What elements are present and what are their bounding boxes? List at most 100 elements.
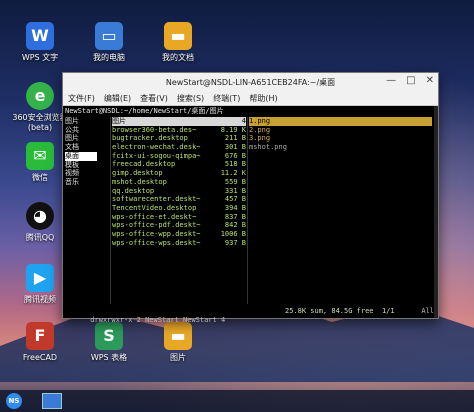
file-size: 676 B: [224, 151, 246, 160]
preview-column: 1.png 2.png 3.png mshot.png: [249, 117, 432, 152]
dir-item[interactable]: 图片: [65, 117, 109, 126]
dir-item[interactable]: 音乐: [65, 178, 109, 187]
terminal-area[interactable]: NewStart@NSDL:~/home/NewStart/桌面/图片 图片 公…: [63, 106, 438, 324]
desktop-icon-computer[interactable]: ▭ 我的电脑: [79, 22, 139, 63]
taskbar: NS: [0, 390, 474, 412]
file-size: 331 B: [224, 186, 246, 195]
file-row[interactable]: electron-wechat.desk~ 301 B: [112, 143, 246, 152]
file-row[interactable]: gimp.desktop 11.2 K: [112, 169, 246, 178]
desktop-icon-freecad[interactable]: F FreeCAD: [10, 322, 70, 363]
parent-dir-column: 图片 公共 图片 文档 桌面 模板 视频 音乐: [65, 117, 109, 187]
file-name: wps-office-et.deskt~: [112, 212, 197, 221]
current-path: NewStart@NSDL:~/home/NewStart/桌面/图片: [65, 107, 224, 115]
preview-item[interactable]: 1.png: [249, 117, 432, 126]
menu-help[interactable]: 帮助(H): [249, 93, 277, 104]
start-menu-button[interactable]: NS: [6, 393, 22, 409]
menu-terminal[interactable]: 终端(T): [213, 93, 240, 104]
file-row[interactable]: fcitx-ui-sogou-qimpa~ 676 B: [112, 152, 246, 161]
taskbar-terminal-icon[interactable]: [42, 393, 62, 409]
pictures-folder-icon: ▬: [164, 322, 192, 350]
maximize-button[interactable]: □: [406, 75, 415, 86]
preview-item[interactable]: 2.png: [249, 126, 432, 135]
close-button[interactable]: ✕: [426, 75, 434, 86]
file-size: 457 B: [224, 195, 246, 204]
file-size: 1006 B: [220, 229, 246, 238]
desktop-icon-label: 我的文档: [162, 53, 194, 62]
preview-item[interactable]: 3.png: [249, 134, 432, 143]
file-name: fcitx-ui-sogou-qimpa~: [112, 151, 201, 160]
dir-item[interactable]: 文档: [65, 143, 109, 152]
file-row[interactable]: qq.desktop 331 B: [112, 187, 246, 196]
file-size: 518 B: [224, 160, 246, 169]
file-name: qq.desktop: [112, 186, 155, 195]
desktop-icon-documents[interactable]: ▬ 我的文档: [148, 22, 208, 63]
desktop-icon-pictures[interactable]: ▬ 图片: [148, 322, 208, 363]
browser-360-icon: e: [26, 82, 54, 110]
qq-icon: ◕: [26, 202, 54, 230]
folder-icon: ▬: [164, 22, 192, 50]
menu-bar: 文件(F) 编辑(E) 查看(V) 搜索(S) 终端(T) 帮助(H): [63, 91, 438, 106]
freecad-icon: F: [26, 322, 54, 350]
dir-item[interactable]: 模板: [65, 161, 109, 170]
current-dir-column: 图片 4 browser360-beta.des~ 8.19 K bugtracke…: [112, 117, 246, 247]
wps-writer-icon: W: [26, 22, 54, 50]
file-row[interactable]: wps-office-pdf.deskt~ 842 B: [112, 221, 246, 230]
desktop-icon-wechat[interactable]: ✉ 微信: [10, 142, 70, 183]
status-position: All: [421, 307, 434, 315]
file-size: 11.2 K: [220, 169, 246, 178]
desktop-icon-label: WPS 表格: [90, 353, 128, 362]
file-size: 937 B: [224, 238, 246, 247]
file-row[interactable]: wps-office-wpp.deskt~ 1006 B: [112, 230, 246, 239]
file-row[interactable]: softwarecenter.deskt~ 457 B: [112, 195, 246, 204]
file-name: wps-office-pdf.deskt~: [112, 221, 201, 230]
window-titlebar[interactable]: NewStart@NSDL-LIN-A651CEB24FA:~/桌面 — □ ✕: [63, 73, 438, 91]
file-size: 4: [241, 117, 246, 125]
dir-item[interactable]: 视频: [65, 169, 109, 178]
desktop-icon-label: WPS 文字: [21, 53, 59, 62]
file-name: electron-wechat.desk~: [112, 143, 201, 152]
file-row[interactable]: wps-office-wps.deskt~ 937 B: [112, 239, 246, 248]
desktop-icon-label: 图片: [170, 353, 186, 362]
file-size: 842 B: [224, 221, 246, 230]
desktop-icon-tencent-video[interactable]: ▶ 腾讯视频: [10, 264, 70, 305]
menu-view[interactable]: 查看(V): [140, 93, 168, 104]
preview-item[interactable]: mshot.png: [249, 143, 432, 152]
file-row[interactable]: freecad.desktop 518 B: [112, 160, 246, 169]
file-size: 8.19 K: [220, 125, 246, 134]
dir-item[interactable]: 图片: [65, 134, 109, 143]
status-disk: 25.8K sum, 84.5G free 1/1: [285, 307, 395, 316]
column-divider: [110, 117, 111, 304]
desktop-icon-360-browser[interactable]: e 360安全浏览器(beta): [10, 82, 70, 133]
status-permissions: drwxrwxr-x 2 NewStart NewStart 4: [90, 315, 226, 324]
dir-item-selected[interactable]: 桌面: [65, 151, 97, 161]
menu-search[interactable]: 搜索(S): [177, 93, 204, 104]
file-name: 图片: [112, 117, 126, 125]
terminal-scrollbar[interactable]: [434, 106, 438, 318]
minimize-button[interactable]: —: [386, 75, 396, 86]
desktop-icon-qq[interactable]: ◕ 腾讯QQ: [10, 202, 70, 243]
status-page: 1/1: [381, 307, 395, 315]
file-name: mshot.desktop: [112, 177, 167, 186]
file-row[interactable]: mshot.desktop 559 B: [112, 178, 246, 187]
menu-edit[interactable]: 编辑(E): [104, 93, 131, 104]
desktop-icon-wps-writer[interactable]: W WPS 文字: [10, 22, 70, 63]
file-row[interactable]: wps-office-et.deskt~ 837 B: [112, 213, 246, 222]
status-sum: 25.8K sum, 84.5G free: [285, 307, 374, 315]
file-name: freecad.desktop: [112, 160, 176, 169]
file-size: 837 B: [224, 212, 246, 221]
file-row[interactable]: bugtracker.desktop 211 B: [112, 134, 246, 143]
file-row[interactable]: TencentVideo.desktop 394 B: [112, 204, 246, 213]
menu-file[interactable]: 文件(F): [68, 93, 95, 104]
terminal-window[interactable]: NewStart@NSDL-LIN-A651CEB24FA:~/桌面 — □ ✕…: [62, 72, 439, 324]
desktop-icon-label: 腾讯QQ: [25, 233, 55, 242]
file-row[interactable]: browser360-beta.des~ 8.19 K: [112, 126, 246, 135]
desktop-icon-label: 我的电脑: [93, 53, 125, 62]
file-size: 211 B: [224, 134, 246, 143]
file-row[interactable]: 图片 4: [112, 117, 246, 126]
file-name: softwarecenter.deskt~: [112, 195, 201, 204]
window-title: NewStart@NSDL-LIN-A651CEB24FA:~/桌面: [165, 78, 336, 87]
wps-spreadsheet-icon: S: [95, 322, 123, 350]
desktop-icon-label: 360安全浏览器(beta): [12, 113, 68, 132]
status-bar: drwxrwxr-x 2 NewStart NewStart 4 25.8K s…: [65, 307, 434, 324]
computer-icon: ▭: [95, 22, 123, 50]
